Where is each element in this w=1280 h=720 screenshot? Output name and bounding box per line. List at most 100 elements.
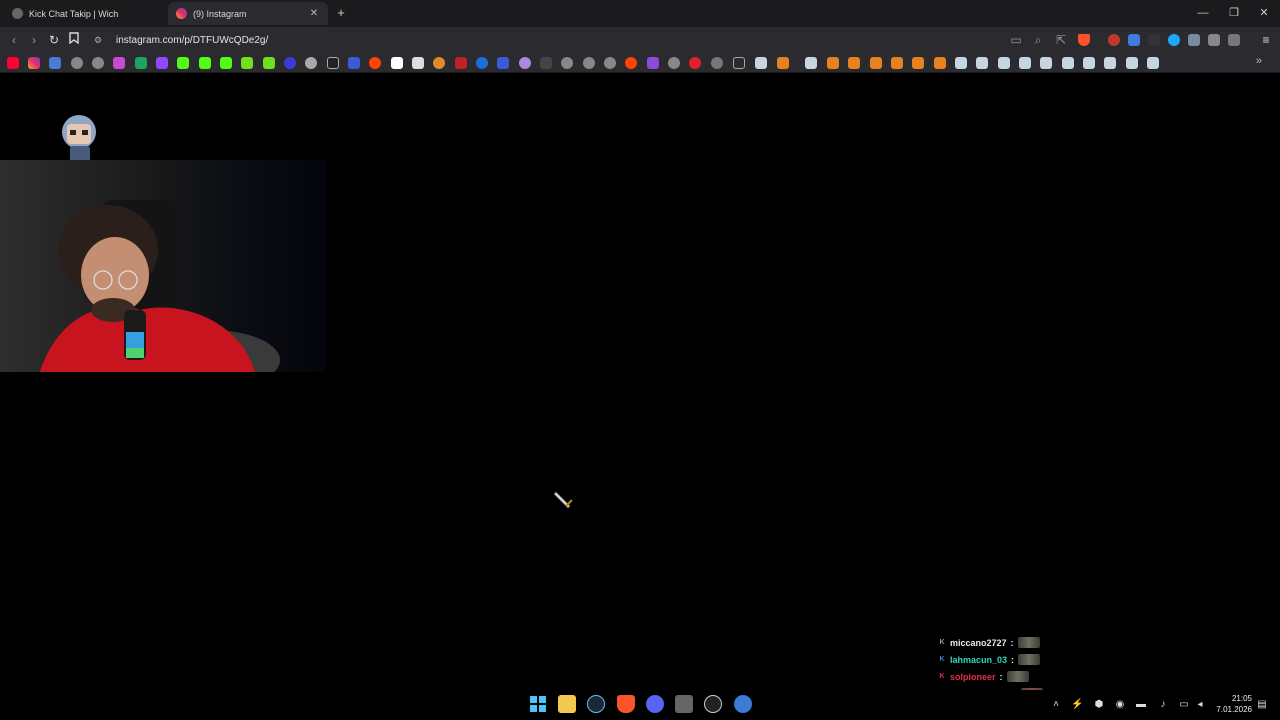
steam-icon[interactable] <box>1104 57 1116 69</box>
bookmark-icon[interactable] <box>49 57 61 69</box>
share-icon[interactable]: ⇱ <box>1053 32 1069 48</box>
steam-icon[interactable] <box>955 57 967 69</box>
steam-icon[interactable] <box>1019 57 1031 69</box>
windows-start-icon[interactable] <box>529 695 547 713</box>
steam-icon[interactable] <box>755 57 767 69</box>
steam-icon[interactable] <box>998 57 1010 69</box>
extension-icon[interactable] <box>1188 34 1200 46</box>
bookmark-icon[interactable] <box>476 57 488 69</box>
more-bookmarks-button[interactable]: » <box>1256 55 1262 67</box>
bookmark-icon[interactable] <box>412 57 424 69</box>
x-icon[interactable] <box>327 57 339 69</box>
bookmark-icon[interactable] <box>455 57 467 69</box>
maximize-button[interactable]: ❐ <box>1219 0 1249 27</box>
globe-icon[interactable] <box>561 57 573 69</box>
steam-icon[interactable] <box>587 695 605 713</box>
discord-icon[interactable] <box>646 695 664 713</box>
bookmark-icon[interactable] <box>777 57 789 69</box>
extension-icon[interactable] <box>1108 34 1120 46</box>
bookmark-icon[interactable] <box>647 57 659 69</box>
bookmark-icon[interactable] <box>241 57 253 69</box>
kick-icon[interactable] <box>177 57 189 69</box>
globe-icon[interactable] <box>668 57 680 69</box>
bookmark-icon[interactable] <box>284 57 296 69</box>
drive-icon[interactable] <box>135 57 147 69</box>
folder-icon[interactable] <box>733 57 745 69</box>
steam-icon[interactable] <box>1040 57 1052 69</box>
reload-icon[interactable]: ↻ <box>46 32 62 48</box>
bookmark-icon[interactable] <box>519 57 531 69</box>
tray-app-icon[interactable]: ⬢ <box>1093 699 1105 711</box>
tab-kick-chat[interactable]: Kick Chat Takip | Wich <box>4 2 164 25</box>
chevron-up-icon[interactable]: ˄ <box>1050 699 1062 711</box>
menu-icon[interactable]: ≡ <box>1258 32 1274 48</box>
minimize-button[interactable]: — <box>1188 0 1218 27</box>
reddit-icon[interactable] <box>625 57 637 69</box>
forward-icon[interactable]: › <box>26 32 42 48</box>
new-tab-button[interactable]: + <box>334 5 348 21</box>
globe-icon[interactable] <box>71 57 83 69</box>
extensions-puzzle-icon[interactable] <box>1208 34 1220 46</box>
steam-icon[interactable] <box>1083 57 1095 69</box>
notifications-icon[interactable]: ▤ <box>1256 699 1268 711</box>
bookmark-icon[interactable] <box>66 32 82 48</box>
zoom-icon[interactable]: ⌕ <box>1030 32 1046 48</box>
bookmark-icon[interactable] <box>848 57 860 69</box>
kick-icon[interactable] <box>220 57 232 69</box>
globe-icon[interactable] <box>604 57 616 69</box>
app-icon[interactable] <box>734 695 752 713</box>
address-bar[interactable]: ⚙ instagram.com/p/DTFUWcQDe2g/ <box>88 30 1098 50</box>
bookmark-icon[interactable] <box>689 57 701 69</box>
globe-icon[interactable] <box>92 57 104 69</box>
brave-shields-icon[interactable] <box>1078 34 1090 46</box>
bookmark-icon[interactable] <box>870 57 882 69</box>
system-clock[interactable]: 21:05 7.01.2026 <box>1212 693 1252 715</box>
bookmark-icon[interactable] <box>891 57 903 69</box>
kick-icon[interactable] <box>540 57 552 69</box>
extension-icon[interactable] <box>1148 34 1160 46</box>
extension-icon[interactable] <box>1168 34 1180 46</box>
brave-browser-icon[interactable] <box>617 695 635 713</box>
chat-message: K lahmacun_03 : <box>938 651 1098 668</box>
bookmark-icon[interactable] <box>305 57 317 69</box>
microphone-icon[interactable]: ♪ <box>1157 699 1169 711</box>
tab-instagram[interactable]: (9) Instagram ✕ <box>168 2 328 25</box>
bookmark-icon[interactable] <box>263 57 275 69</box>
tray-app-icon[interactable]: ▬ <box>1135 699 1147 711</box>
sidebar-icon[interactable] <box>1228 34 1240 46</box>
steam-icon[interactable] <box>976 57 988 69</box>
youtube-icon[interactable] <box>7 57 19 69</box>
steam-icon[interactable] <box>1126 57 1138 69</box>
file-explorer-icon[interactable] <box>558 695 576 713</box>
back-icon[interactable]: ‹ <box>6 32 22 48</box>
bookmark-icon[interactable] <box>912 57 924 69</box>
close-window-button[interactable]: ✕ <box>1249 0 1279 27</box>
steam-tray-icon[interactable]: ◉ <box>1114 699 1126 711</box>
steam-icon[interactable] <box>1062 57 1074 69</box>
bookmark-icon[interactable] <box>827 57 839 69</box>
steam-icon[interactable] <box>1147 57 1159 69</box>
bookmark-icon[interactable] <box>497 57 509 69</box>
volume-icon[interactable]: ◂ <box>1194 699 1206 711</box>
obs-icon[interactable] <box>704 695 722 713</box>
app-icon[interactable] <box>675 695 693 713</box>
url-text[interactable]: instagram.com/p/DTFUWcQDe2g/ <box>116 35 268 46</box>
site-info-icon[interactable]: ⚙ <box>94 35 108 46</box>
bookmark-icon[interactable] <box>113 57 125 69</box>
network-icon[interactable]: ▭ <box>1178 699 1190 711</box>
steam-icon[interactable] <box>805 57 817 69</box>
tray-app-icon[interactable]: ⚡ <box>1071 699 1083 711</box>
bookmark-icon[interactable] <box>348 57 360 69</box>
bookmark-icon[interactable] <box>711 57 723 69</box>
instagram-icon[interactable] <box>28 57 40 69</box>
bookmark-icon[interactable] <box>433 57 445 69</box>
bookmark-icon[interactable] <box>934 57 946 69</box>
bookmark-icon[interactable] <box>391 57 403 69</box>
cast-icon[interactable]: ▭ <box>1008 32 1024 48</box>
extension-audio-icon[interactable] <box>1128 34 1140 46</box>
twitch-icon[interactable] <box>156 57 168 69</box>
close-tab-icon[interactable]: ✕ <box>308 8 320 19</box>
globe-icon[interactable] <box>583 57 595 69</box>
reddit-icon[interactable] <box>369 57 381 69</box>
kick-icon[interactable] <box>199 57 211 69</box>
